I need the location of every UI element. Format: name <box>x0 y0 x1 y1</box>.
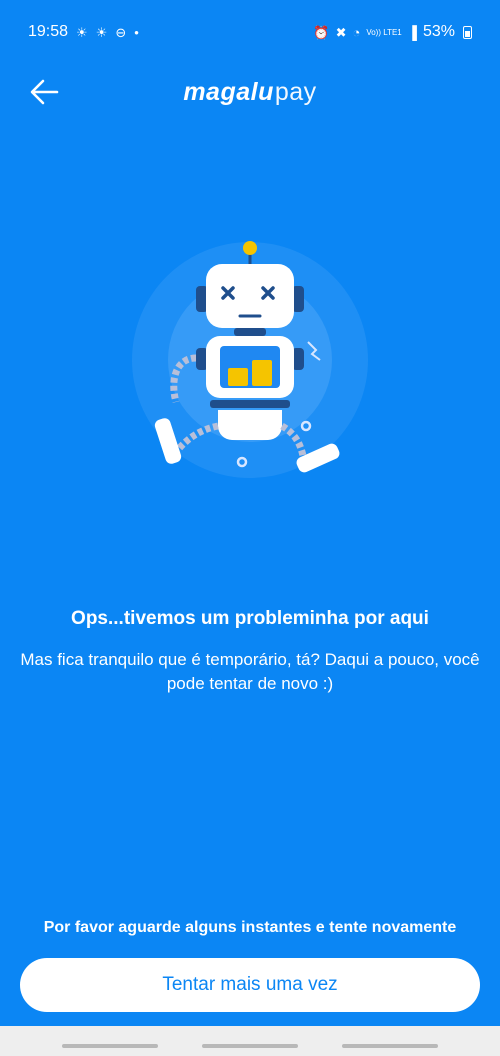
nav-indicator-right[interactable] <box>342 1044 438 1048</box>
wifi-icon: ◔ <box>352 24 361 40</box>
battery-icon <box>463 25 472 39</box>
do-not-disturb-icon: ⊖ <box>115 24 127 40</box>
arrow-left-icon <box>30 79 59 105</box>
brand-logo-light: pay <box>274 77 317 106</box>
broken-robot-illustration <box>132 241 368 478</box>
brand-logo-strong: magalu <box>183 77 274 106</box>
battery-percent: 53% <box>422 23 455 40</box>
status-bar: 19:58 ☀ ☀ ⊖ • ⏰ ✖ ◔ Vo)) LTE1 ▐ 53% <box>0 0 500 64</box>
error-title: Ops...tivemos um probleminha por aqui <box>71 608 429 629</box>
signal-icon: ▐ <box>407 24 417 40</box>
top-bar: magalu pay <box>0 64 500 120</box>
back-button[interactable] <box>26 76 62 108</box>
alarm-icon: ⏰ <box>313 24 330 40</box>
retry-button[interactable]: Tentar mais uma vez <box>20 958 480 1012</box>
dot-icon: • <box>134 24 139 40</box>
system-nav-bar <box>0 1026 500 1056</box>
status-right: ⏰ ✖ ◔ Vo)) LTE1 ▐ 53% <box>313 23 472 41</box>
status-time: 19:58 <box>28 23 69 40</box>
mute-icon: ✖ <box>335 24 347 40</box>
wait-instruction: Por favor aguarde alguns instantes e ten… <box>43 919 457 936</box>
status-left: 19:58 ☀ ☀ ⊖ • <box>28 23 139 41</box>
nav-indicator-center[interactable] <box>202 1044 298 1048</box>
error-message: Mas fica tranquilo que é temporário, tá?… <box>20 650 480 693</box>
notification-icon: ☀ <box>95 24 108 40</box>
brand-logo: magalu pay <box>183 78 316 107</box>
nav-indicator-left[interactable] <box>62 1044 158 1048</box>
network-label: Vo)) LTE1 <box>366 27 402 37</box>
notification-icon: ☀ <box>76 24 88 40</box>
